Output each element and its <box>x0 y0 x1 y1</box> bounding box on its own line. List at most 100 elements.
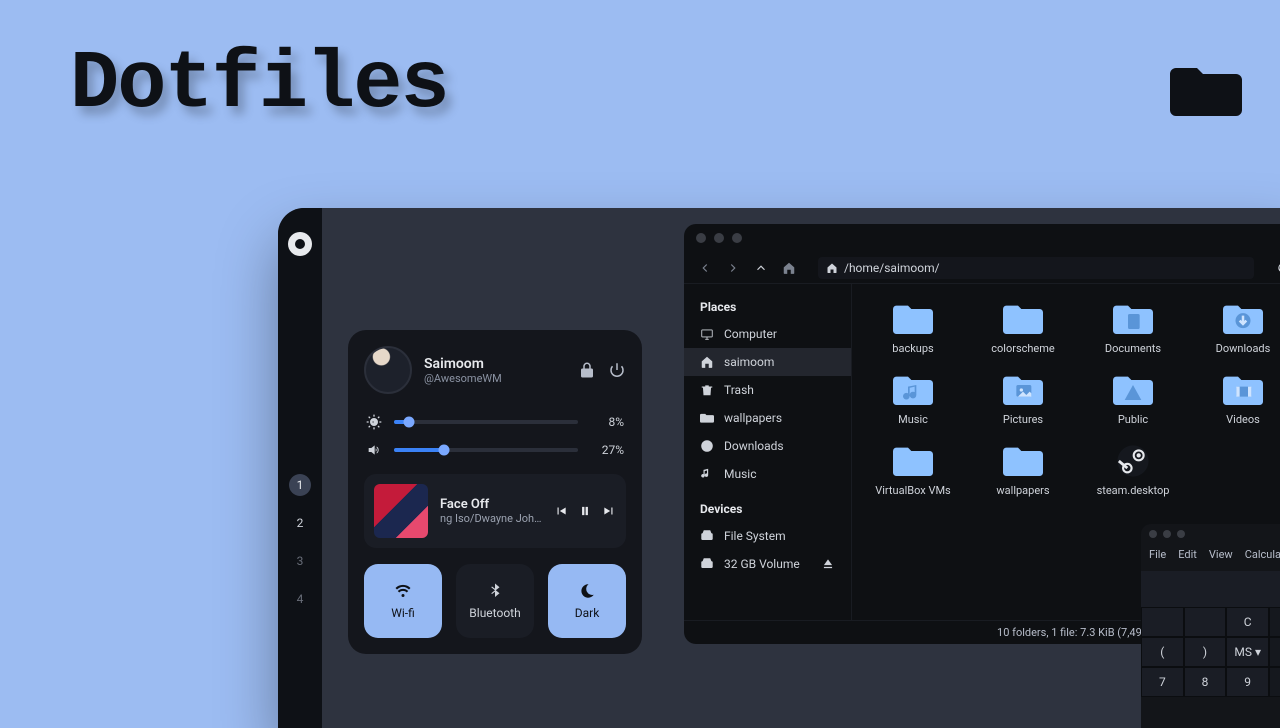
sidebar-item-label: 32 GB Volume <box>724 557 800 571</box>
calc-titlebar[interactable] <box>1141 524 1280 544</box>
file-label: Downloads <box>1216 342 1271 355</box>
calc-menu-view[interactable]: View <box>1209 548 1233 561</box>
volume-slider[interactable]: 27% <box>366 442 624 458</box>
sidebar-item-saimoom[interactable]: saimoom <box>684 348 851 376</box>
calc-key[interactable] <box>1141 607 1184 637</box>
power-icon[interactable] <box>608 361 626 379</box>
brightness-slider[interactable]: 8% <box>366 414 624 430</box>
window-dot[interactable] <box>696 233 706 243</box>
calc-menu-calculator[interactable]: Calculator <box>1245 548 1280 561</box>
places-header: Places <box>684 294 851 320</box>
calc-menu-edit[interactable]: Edit <box>1178 548 1197 561</box>
file-item-pictures[interactable]: Pictures <box>972 373 1074 426</box>
sidebar-item-label: Computer <box>724 327 777 341</box>
up-icon[interactable] <box>754 261 768 275</box>
sidebar-item-music[interactable]: Music <box>684 460 851 488</box>
calc-key[interactable]: 9 <box>1226 667 1269 697</box>
volume-value: 27% <box>590 443 624 457</box>
file-label: Videos <box>1226 413 1260 426</box>
file-item-public[interactable]: Public <box>1082 373 1184 426</box>
folder-icon <box>1113 373 1153 407</box>
file-label: Music <box>898 413 928 426</box>
window-dot[interactable] <box>732 233 742 243</box>
file-label: wallpapers <box>996 484 1049 497</box>
calc-key[interactable] <box>1184 607 1227 637</box>
bluetooth-toggle[interactable]: Bluetooth <box>456 564 534 638</box>
home-icon[interactable] <box>782 261 796 275</box>
folder-icon <box>893 444 933 478</box>
folder-icon <box>1223 373 1263 407</box>
file-item-steam-desktop[interactable]: steam.desktop <box>1082 444 1184 497</box>
file-item-colorscheme[interactable]: colorscheme <box>972 302 1074 355</box>
media-title: Face Off <box>440 497 542 512</box>
folder-icon <box>1223 302 1263 336</box>
workspace-list: 1 2 3 4 <box>278 474 322 610</box>
dock-logo-icon[interactable] <box>288 232 312 256</box>
lock-icon[interactable] <box>578 361 596 379</box>
file-item-documents[interactable]: Documents <box>1082 302 1184 355</box>
calc-menu-file[interactable]: File <box>1149 548 1166 561</box>
wifi-toggle[interactable]: Wi-fi <box>364 564 442 638</box>
file-item-virtualbox-vms[interactable]: VirtualBox VMs <box>862 444 964 497</box>
workspace-4[interactable]: 4 <box>289 588 311 610</box>
folder-icon <box>1170 58 1242 120</box>
fm-titlebar[interactable] <box>684 224 1280 252</box>
folder-icon <box>1003 302 1043 336</box>
file-item-downloads[interactable]: Downloads <box>1192 302 1280 355</box>
calc-key[interactable]: ( <box>1141 637 1184 667</box>
file-item-videos[interactable]: Videos <box>1192 373 1280 426</box>
calc-key[interactable]: 8 <box>1184 667 1227 697</box>
back-icon[interactable] <box>698 261 712 275</box>
avatar <box>364 346 412 394</box>
calc-key[interactable]: ) <box>1184 637 1227 667</box>
file-label: VirtualBox VMs <box>875 484 950 497</box>
pause-icon[interactable] <box>578 504 592 518</box>
sidebar-item-32-gb-volume[interactable]: 32 GB Volume <box>684 550 851 578</box>
refresh-icon[interactable] <box>1276 261 1280 275</box>
left-dock <box>278 208 322 728</box>
calc-key[interactable]: C <box>1226 607 1269 637</box>
file-label: colorscheme <box>991 342 1055 355</box>
window-dot[interactable] <box>1177 530 1185 538</box>
prev-icon[interactable] <box>554 504 568 518</box>
folder-icon <box>1003 373 1043 407</box>
next-icon[interactable] <box>602 504 616 518</box>
wifi-label: Wi-fi <box>391 606 415 620</box>
workspace-2[interactable]: 2 <box>289 512 311 534</box>
calc-side-key[interactable] <box>1269 607 1280 637</box>
calc-key[interactable]: 7 <box>1141 667 1184 697</box>
sidebar-item-label: Music <box>724 467 756 481</box>
calc-display[interactable] <box>1141 571 1280 607</box>
devices-header: Devices <box>684 496 851 522</box>
fm-sidebar: Places Computer saimoomTrashwallpapers Dow… <box>684 284 852 620</box>
control-panel: Saimoom @AwesomeWM 8% 27% Face Off ng Is… <box>348 330 642 654</box>
workspace-3[interactable]: 3 <box>289 550 311 572</box>
profile-row: Saimoom @AwesomeWM <box>364 346 626 394</box>
calc-key[interactable]: MS ▾ <box>1226 637 1269 667</box>
workspace-1[interactable]: 1 <box>289 474 311 496</box>
folder-icon <box>893 373 933 407</box>
sidebar-item-computer[interactable]: Computer <box>684 320 851 348</box>
sidebar-item-trash[interactable]: Trash <box>684 376 851 404</box>
calc-side-key[interactable] <box>1269 637 1280 667</box>
bluetooth-label: Bluetooth <box>469 606 520 620</box>
calc-side-key[interactable] <box>1269 667 1280 697</box>
profile-handle: @AwesomeWM <box>424 372 502 385</box>
window-dot[interactable] <box>1163 530 1171 538</box>
window-dot[interactable] <box>1149 530 1157 538</box>
eject-icon[interactable] <box>821 557 835 571</box>
sidebar-item-wallpapers[interactable]: wallpapers <box>684 404 851 432</box>
profile-name: Saimoom <box>424 356 502 372</box>
sidebar-item-label: File System <box>724 529 786 543</box>
path-bar[interactable]: /home/saimoom/ <box>818 257 1254 279</box>
window-dot[interactable] <box>714 233 724 243</box>
file-item-music[interactable]: Music <box>862 373 964 426</box>
dark-toggle[interactable]: Dark <box>548 564 626 638</box>
sidebar-item-downloads[interactable]: Downloads <box>684 432 851 460</box>
sidebar-item-label: Downloads <box>724 439 784 453</box>
file-item-backups[interactable]: backups <box>862 302 964 355</box>
file-item-wallpapers[interactable]: wallpapers <box>972 444 1074 497</box>
forward-icon[interactable] <box>726 261 740 275</box>
sidebar-item-file-system[interactable]: File System <box>684 522 851 550</box>
folder-icon <box>893 302 933 336</box>
